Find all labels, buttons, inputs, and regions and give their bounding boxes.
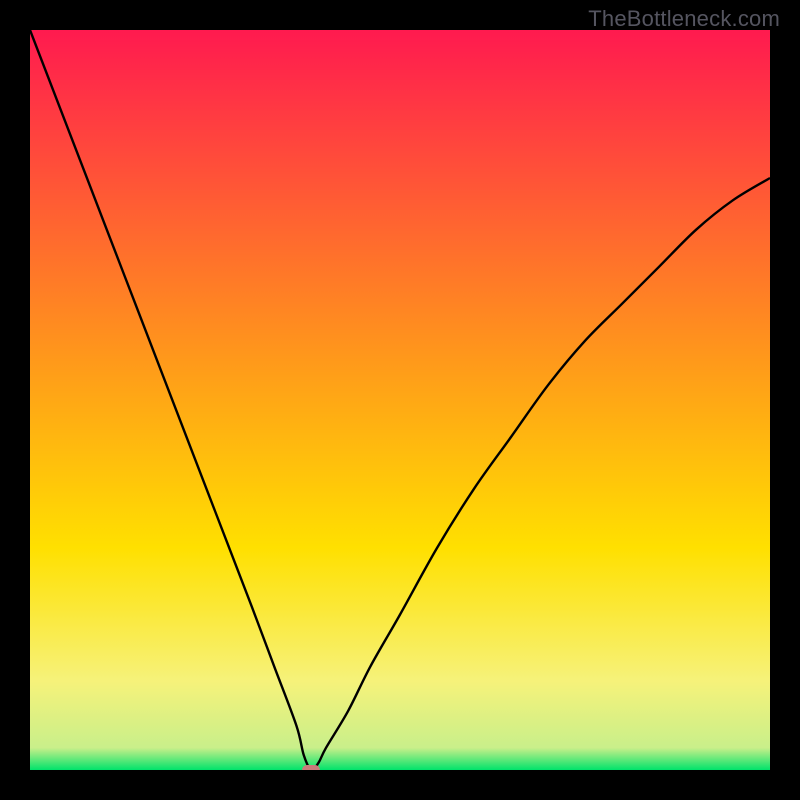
plot-area <box>30 30 770 770</box>
watermark-text: TheBottleneck.com <box>588 6 780 32</box>
minimum-marker <box>302 765 320 770</box>
bottleneck-curve <box>30 30 770 770</box>
chart-frame: TheBottleneck.com <box>0 0 800 800</box>
